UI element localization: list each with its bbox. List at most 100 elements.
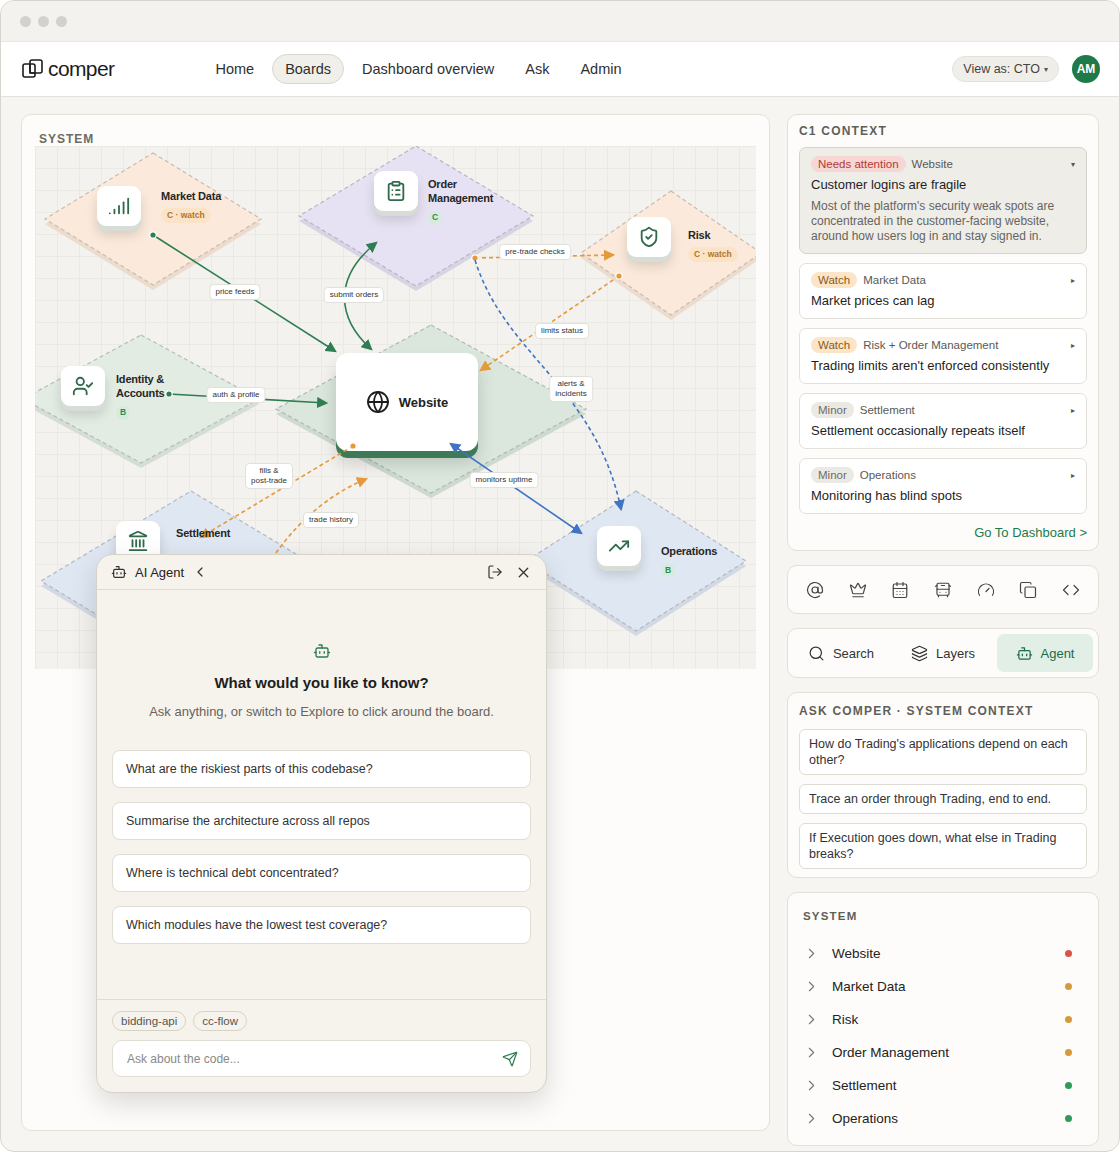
context-item[interactable]: MinorSettlement▸Settlement occasionally … (799, 393, 1087, 449)
panel-tab[interactable]: Layers (895, 634, 991, 672)
context-item[interactable]: WatchMarket Data▸Market prices can lag (799, 263, 1087, 319)
chevron-right-icon (803, 1044, 820, 1061)
panel-tab[interactable]: Search (793, 634, 889, 672)
edge-label: auth & profile (206, 387, 265, 403)
grade-badge: B (661, 563, 675, 577)
send-icon[interactable] (502, 1051, 518, 1067)
item-caret[interactable]: ▸ (1071, 341, 1075, 350)
system-row[interactable]: Operations (803, 1102, 1082, 1135)
chevron-right-icon (803, 978, 820, 995)
view-as-select[interactable]: View as: CTO▾ (952, 56, 1059, 82)
question-button[interactable]: How do Trading's applications depend on … (799, 729, 1087, 775)
nav-item[interactable]: Home (202, 54, 267, 84)
context-chip[interactable]: cc-flow (193, 1011, 247, 1031)
website-node[interactable]: Website (336, 353, 478, 451)
gauge-icon (977, 581, 995, 599)
system-row[interactable]: Settlement (803, 1069, 1082, 1102)
tool-button[interactable] (973, 577, 999, 603)
context-chip[interactable]: bidding-api (112, 1011, 186, 1031)
system-row[interactable]: Order Management (803, 1036, 1082, 1069)
user-avatar[interactable]: AM (1072, 55, 1100, 83)
grade-badge: C · watch (688, 247, 738, 262)
bus-icon (934, 581, 952, 599)
bank-icon (127, 530, 149, 552)
edge[interactable] (451, 444, 581, 533)
node-label: Risk (688, 228, 710, 242)
system-row[interactable]: Risk (803, 1003, 1082, 1036)
item-caret[interactable]: ▾ (1071, 160, 1075, 169)
suggestion-button[interactable]: Which modules have the lowest test cover… (112, 906, 531, 944)
system-row[interactable]: Market Data (803, 970, 1082, 1003)
nav-item[interactable]: Ask (512, 54, 562, 84)
context-chips: bidding-api cc-flow (112, 1011, 531, 1031)
chevron-left-icon[interactable] (192, 564, 208, 580)
item-caret[interactable]: ▸ (1071, 471, 1075, 480)
item-area: Settlement (860, 404, 915, 416)
item-description: Most of the platform's security weak spo… (811, 199, 1075, 244)
tool-button[interactable] (1058, 577, 1084, 603)
context-item[interactable]: WatchRisk + Order Management▸Trading lim… (799, 328, 1087, 384)
node-block[interactable] (597, 526, 641, 566)
system-row[interactable]: Website (803, 937, 1082, 970)
tool-bar (787, 565, 1099, 614)
agent-subtitle: Ask anything, or switch to Explore to cl… (149, 704, 494, 720)
tool-button[interactable] (802, 577, 828, 603)
node-tile[interactable] (526, 491, 746, 636)
window-dot[interactable] (38, 16, 49, 27)
tool-button[interactable] (887, 577, 913, 603)
node-block[interactable] (61, 366, 105, 406)
node-tile[interactable] (299, 146, 533, 291)
tool-button[interactable] (845, 577, 871, 603)
node-label: Settlement (176, 526, 230, 540)
nav-item[interactable]: Admin (567, 54, 634, 84)
card-title: SYSTEM (803, 909, 1082, 923)
title-bar (1, 1, 1119, 41)
ai-agent-window[interactable]: AI AgentWhat would you like to know?Ask … (96, 554, 547, 1093)
pop-out-icon[interactable] (487, 564, 503, 580)
context-item[interactable]: MinorOperations▸Monitoring has blind spo… (799, 458, 1087, 514)
nav-item[interactable]: Dashboard overview (349, 54, 507, 84)
item-caret[interactable]: ▸ (1071, 406, 1075, 415)
suggestion-button[interactable]: What are the riskiest parts of this code… (112, 750, 531, 788)
tool-button[interactable] (930, 577, 956, 603)
close-icon[interactable] (515, 564, 532, 581)
edge[interactable] (481, 273, 622, 370)
edge[interactable] (276, 479, 366, 553)
edge-label: price feeds (209, 284, 260, 300)
shield-check-icon (638, 226, 660, 248)
question-button[interactable]: If Execution goes down, what else in Tra… (799, 823, 1087, 869)
logo[interactable]: comper (21, 57, 114, 81)
nav-item[interactable]: Boards (272, 54, 344, 84)
chevron-right-icon (803, 1077, 820, 1094)
window-dot[interactable] (20, 16, 31, 27)
context-item[interactable]: Needs attentionWebsite▾Customer logins a… (799, 147, 1087, 254)
agent-header: AI Agent (97, 555, 546, 590)
tool-button[interactable] (1015, 577, 1041, 603)
node-tile[interactable] (45, 153, 261, 290)
code-icon (1062, 581, 1080, 599)
bot-icon (313, 642, 331, 660)
chevron-right-icon (803, 945, 820, 962)
node-tile[interactable] (581, 191, 756, 320)
window-dot[interactable] (56, 16, 67, 27)
node-caption: Order ManagementC (428, 177, 504, 225)
node-block[interactable] (627, 217, 671, 257)
context-card: C1 CONTEXTNeeds attentionWebsite▾Custome… (787, 114, 1099, 551)
status-dot (1065, 1115, 1072, 1122)
node-block[interactable] (374, 171, 418, 211)
suggestion-list: What are the riskiest parts of this code… (112, 750, 531, 944)
trend-chart-icon (608, 535, 630, 557)
suggestion-button[interactable]: Where is technical debt concentrated? (112, 854, 531, 892)
grade-badge: B (116, 406, 130, 420)
edge[interactable] (150, 232, 335, 351)
panel-tab[interactable]: Agent (997, 634, 1093, 672)
node-tile[interactable] (276, 325, 586, 498)
ask-input[interactable] (125, 1051, 494, 1067)
dashboard-link[interactable]: Go To Dashboard > (799, 525, 1087, 540)
node-block[interactable] (97, 186, 141, 226)
suggestion-button[interactable]: Summarise the architecture across all re… (112, 802, 531, 840)
question-button[interactable]: Trace an order through Trading, end to e… (799, 784, 1087, 814)
status-dot (1065, 1016, 1072, 1023)
node-caption: OperationsB (661, 544, 717, 577)
item-caret[interactable]: ▸ (1071, 276, 1075, 285)
